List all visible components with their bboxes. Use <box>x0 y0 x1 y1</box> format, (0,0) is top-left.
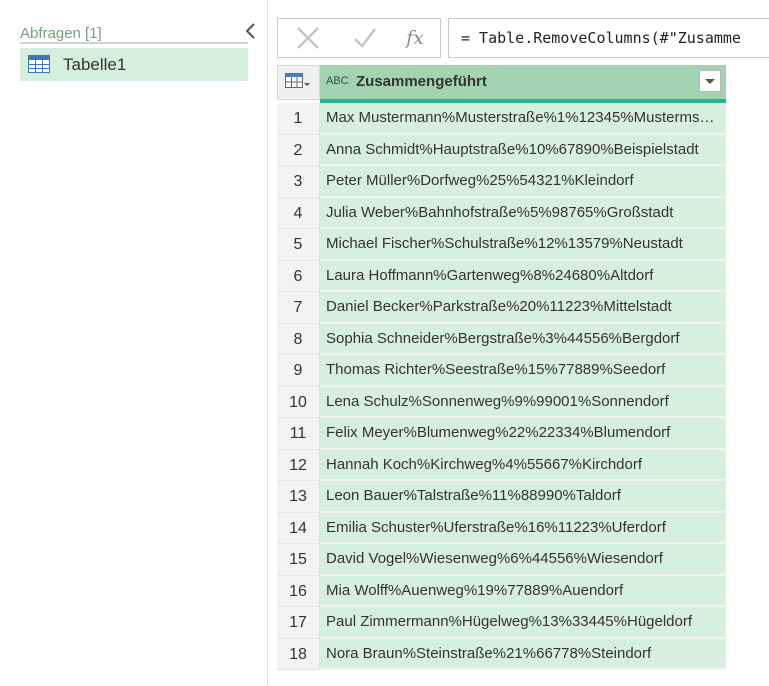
table-row: 13 Leon Bauer%Talstraße%11%88990%Taldorf <box>277 481 726 513</box>
svg-text:ABC: ABC <box>326 75 349 87</box>
text-type-icon[interactable]: ABC <box>326 73 350 94</box>
row-number[interactable]: 3 <box>277 166 320 198</box>
table-cell[interactable]: Max Mustermann%Musterstraße%1%12345%Must… <box>320 103 726 135</box>
formula-input[interactable]: = Table.RemoveColumns(#"Zusamme <box>448 18 769 58</box>
query-item-label: Tabelle1 <box>63 55 127 74</box>
row-number[interactable]: 16 <box>277 575 320 607</box>
query-item-tabelle1[interactable]: Tabelle1 <box>20 48 248 81</box>
table-cell[interactable]: Paul Zimmermann%Hügelweg%13%33445%Hügeld… <box>320 607 726 639</box>
row-number[interactable]: 2 <box>277 134 320 166</box>
table-row: 1 Max Mustermann%Musterstraße%1%12345%Mus… <box>277 103 726 135</box>
cancel-icon[interactable] <box>295 25 321 51</box>
row-number[interactable]: 7 <box>277 292 320 324</box>
table-cell[interactable]: Michael Fischer%Schulstraße%12%13579%Neu… <box>320 229 726 261</box>
fx-icon[interactable]: fx <box>400 25 430 51</box>
check-icon[interactable] <box>352 25 378 51</box>
row-number[interactable]: 6 <box>277 260 320 292</box>
table-cell[interactable]: Anna Schmidt%Hauptstraße%10%67890%Beispi… <box>320 134 726 166</box>
table-cell[interactable]: Leon Bauer%Talstraße%11%88990%Taldorf <box>320 481 726 513</box>
row-number[interactable]: 18 <box>277 638 320 670</box>
table-row: 5 Michael Fischer%Schulstraße%12%13579%Ne… <box>277 229 726 261</box>
table-cell[interactable]: David Vogel%Wiesenweg%6%44556%Wiesendorf <box>320 544 726 576</box>
table-cell[interactable]: Felix Meyer%Blumenweg%22%22334%Blumendor… <box>320 418 726 450</box>
table-row: 3 Peter Müller%Dorfweg%25%54321%Kleindorf <box>277 166 726 198</box>
table-icon <box>28 55 50 78</box>
formula-buttons: fx <box>277 18 441 58</box>
table-cell[interactable]: Peter Müller%Dorfweg%25%54321%Kleindorf <box>320 166 726 198</box>
table-row: 17 Paul Zimmermann%Hügelweg%13%33445%Hüge… <box>277 607 726 639</box>
row-number[interactable]: 12 <box>277 449 320 481</box>
row-number[interactable]: 10 <box>277 386 320 418</box>
grid-rows: 1 Max Mustermann%Musterstraße%1%12345%Mus… <box>277 103 726 670</box>
table-cell[interactable]: Lena Schulz%Sonnenweg%9%99001%Sonnendorf <box>320 386 726 418</box>
column-header-label: Zusammengeführt <box>356 73 487 90</box>
table-cell[interactable]: Julia Weber%Bahnhofstraße%5%98765%Großst… <box>320 197 726 229</box>
grid-header: ABC Zusammengeführt <box>277 65 726 103</box>
table-row: 18 Nora Braun%Steinstraße%21%66778%Steind… <box>277 638 726 670</box>
row-number[interactable]: 13 <box>277 481 320 513</box>
table-row: 11 Felix Meyer%Blumenweg%22%22334%Blumend… <box>277 418 726 450</box>
table-cell[interactable]: Hannah Koch%Kirchweg%4%55667%Kirchdorf <box>320 449 726 481</box>
table-menu-icon[interactable] <box>277 65 320 100</box>
table-cell[interactable]: Nora Braun%Steinstraße%21%66778%Steindor… <box>320 638 726 670</box>
row-number[interactable]: 14 <box>277 512 320 544</box>
table-cell[interactable]: Laura Hoffmann%Gartenweg%8%24680%Altdorf <box>320 260 726 292</box>
table-row: 6 Laura Hoffmann%Gartenweg%8%24680%Altdor… <box>277 260 726 292</box>
table-row: 2 Anna Schmidt%Hauptstraße%10%67890%Beisp… <box>277 134 726 166</box>
table-row: 16 Mia Wolff%Auenweg%19%77889%Auendorf <box>277 575 726 607</box>
row-number[interactable]: 15 <box>277 544 320 576</box>
table-row: 10 Lena Schulz%Sonnenweg%9%99001%Sonnendo… <box>277 386 726 418</box>
table-row: 8 Sophia Schneider%Bergstraße%3%44556%Ber… <box>277 323 726 355</box>
chevron-left-icon[interactable] <box>243 22 259 40</box>
table-row: 9 Thomas Richter%Seestraße%15%77889%Seedo… <box>277 355 726 387</box>
column-header-zusammengefuehrt[interactable]: ABC Zusammengeführt <box>320 65 726 99</box>
data-grid: ABC Zusammengeführt 1 Max Mustermann%Must… <box>277 65 726 670</box>
table-row: 7 Daniel Becker%Parkstraße%20%11223%Mitte… <box>277 292 726 324</box>
chevron-down-icon[interactable] <box>699 70 721 92</box>
table-cell[interactable]: Thomas Richter%Seestraße%15%77889%Seedor… <box>320 355 726 387</box>
queries-header-label: Abfragen [1] <box>20 25 102 42</box>
table-row: 12 Hannah Koch%Kirchweg%4%55667%Kirchdorf <box>277 449 726 481</box>
queries-pane: Abfragen [1] Tabelle1 <box>0 0 268 686</box>
table-cell[interactable]: Emilia Schuster%Uferstraße%16%11223%Ufer… <box>320 512 726 544</box>
row-number[interactable]: 9 <box>277 355 320 387</box>
table-row: 4 Julia Weber%Bahnhofstraße%5%98765%Großs… <box>277 197 726 229</box>
row-number[interactable]: 17 <box>277 607 320 639</box>
table-cell[interactable]: Mia Wolff%Auenweg%19%77889%Auendorf <box>320 575 726 607</box>
row-number[interactable]: 8 <box>277 323 320 355</box>
row-number[interactable]: 1 <box>277 103 320 135</box>
row-number[interactable]: 5 <box>277 229 320 261</box>
table-row: 15 David Vogel%Wiesenweg%6%44556%Wiesendo… <box>277 544 726 576</box>
table-row: 14 Emilia Schuster%Uferstraße%16%11223%Uf… <box>277 512 726 544</box>
row-number[interactable]: 11 <box>277 418 320 450</box>
queries-header: Abfragen [1] <box>20 24 248 44</box>
table-cell[interactable]: Sophia Schneider%Bergstraße%3%44556%Berg… <box>320 323 726 355</box>
row-number[interactable]: 4 <box>277 197 320 229</box>
table-cell[interactable]: Daniel Becker%Parkstraße%20%11223%Mittel… <box>320 292 726 324</box>
